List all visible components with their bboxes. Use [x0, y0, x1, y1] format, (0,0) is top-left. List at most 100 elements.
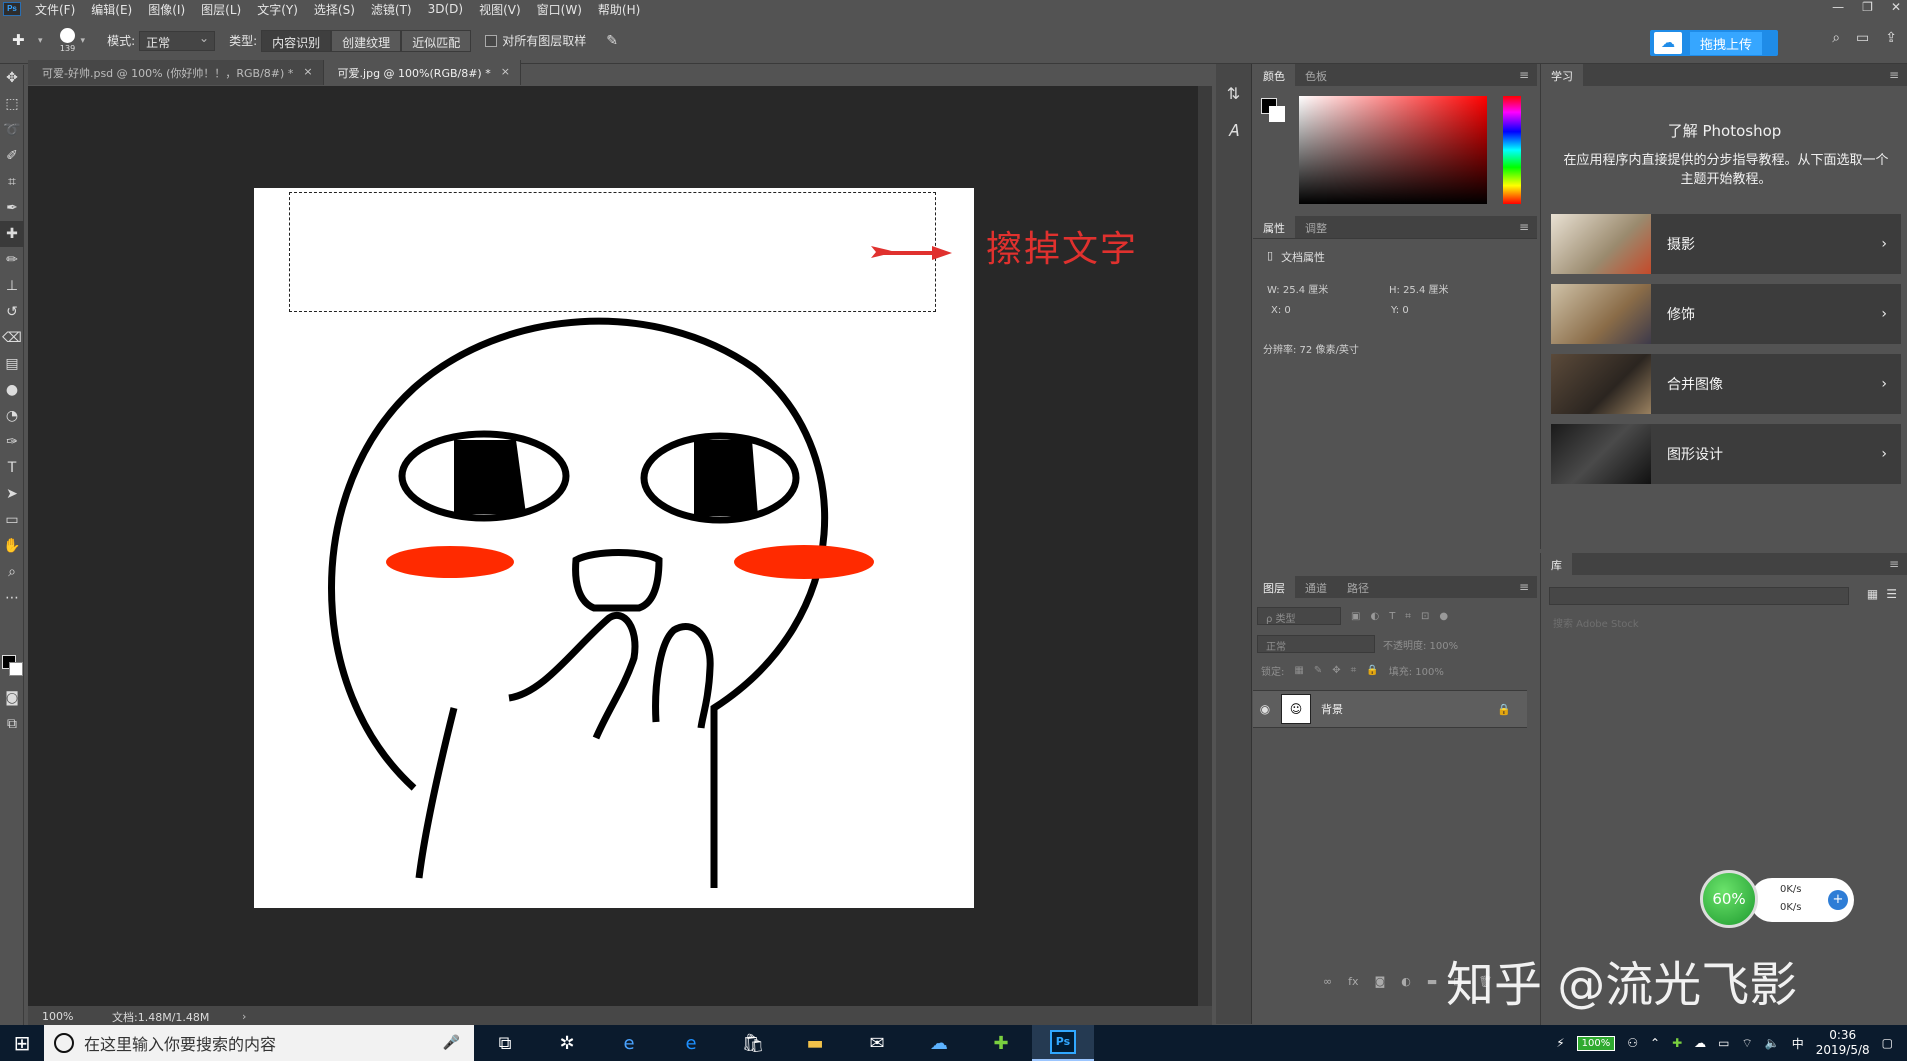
color-field[interactable]: [1299, 96, 1487, 204]
tab-color[interactable]: 颜色: [1253, 64, 1295, 86]
lock-all-icon[interactable]: 🔒: [1366, 665, 1378, 676]
document-image[interactable]: [254, 188, 974, 908]
menu-window[interactable]: 窗口(W): [529, 1, 590, 18]
filter-adjust-icon[interactable]: ◐: [1370, 611, 1379, 622]
upload-button[interactable]: ☁ 拖拽上传: [1650, 30, 1778, 56]
move-tool-icon[interactable]: ✥: [0, 65, 24, 91]
vertical-scrollbar[interactable]: [1198, 86, 1212, 1006]
mask-icon[interactable]: ◙: [1375, 975, 1386, 988]
filter-toggle-icon[interactable]: ●: [1439, 611, 1448, 622]
tab-channels[interactable]: 通道: [1295, 576, 1337, 598]
marquee-tool-icon[interactable]: ⬚: [0, 91, 24, 117]
search-icon[interactable]: ⌕: [1832, 30, 1840, 46]
restore-button[interactable]: ❐: [1862, 0, 1873, 14]
learn-card-photography[interactable]: 摄影 ›: [1551, 214, 1901, 274]
clock[interactable]: 0:36 2019/5/8: [1816, 1028, 1870, 1058]
type-create-texture[interactable]: 创建纹理: [331, 29, 402, 52]
network-speed-widget[interactable]: 0K/s 0K/s + 60%: [1700, 870, 1854, 928]
close-icon[interactable]: ×: [501, 65, 510, 85]
path-select-tool-icon[interactable]: ➤: [0, 481, 24, 507]
menu-view[interactable]: 视图(V): [471, 1, 529, 18]
filter-pixel-icon[interactable]: ▣: [1351, 611, 1360, 622]
screen-mode-icon[interactable]: ⧉: [0, 711, 24, 737]
panel-menu-icon[interactable]: ≡: [1519, 68, 1529, 82]
brush-picker[interactable]: 139: [57, 28, 79, 53]
cloud-app-icon[interactable]: ☁: [908, 1025, 970, 1061]
opacity-field[interactable]: 不透明度: 100%: [1383, 637, 1458, 652]
memory-percent[interactable]: 60%: [1700, 870, 1758, 928]
tab-learn[interactable]: 学习: [1541, 64, 1583, 86]
link-icon[interactable]: ∞: [1323, 975, 1332, 988]
security-app-icon[interactable]: ✚: [970, 1025, 1032, 1061]
lock-pixels-icon[interactable]: ▦: [1294, 665, 1303, 676]
tab-document-1[interactable]: 可爱-好帅.psd @ 100% (你好帅！！，RGB/8#) * ×: [28, 60, 324, 85]
notification-icon[interactable]: ▢: [1882, 1036, 1893, 1050]
fx-icon[interactable]: fx: [1348, 975, 1358, 988]
menu-3d[interactable]: 3D(D): [420, 2, 471, 16]
mail-icon[interactable]: ✉: [846, 1025, 908, 1061]
battery-tray-icon[interactable]: ▭: [1718, 1036, 1729, 1050]
tab-paths[interactable]: 路径: [1337, 576, 1379, 598]
tab-document-2[interactable]: 可爱.jpg @ 100%(RGB/8#) * ×: [323, 60, 521, 85]
chevron-down-icon[interactable]: ▾: [81, 36, 86, 46]
quick-select-tool-icon[interactable]: ✐: [0, 143, 24, 169]
crop-tool-icon[interactable]: ⌗: [0, 169, 24, 195]
mode-select[interactable]: 正常: [139, 30, 216, 51]
photoshop-taskbar-icon[interactable]: Ps: [1032, 1025, 1094, 1061]
dodge-tool-icon[interactable]: ◔: [0, 403, 24, 429]
plus-icon[interactable]: +: [1828, 890, 1848, 910]
menu-select[interactable]: 选择(S): [306, 1, 363, 18]
chevron-up-icon[interactable]: ⌃: [1650, 1036, 1660, 1050]
clone-stamp-tool-icon[interactable]: ⊥: [0, 273, 24, 299]
pressure-icon[interactable]: ✎: [606, 33, 618, 49]
tab-swatches[interactable]: 色板: [1295, 64, 1337, 86]
folder-icon[interactable]: ▬: [784, 1025, 846, 1061]
close-icon[interactable]: ×: [303, 65, 312, 85]
layer-row-background[interactable]: ◉ ☺ 背景 🔒: [1253, 690, 1527, 728]
cloud-tray-icon[interactable]: ☁: [1694, 1036, 1706, 1050]
quick-mask-icon[interactable]: ◙: [0, 685, 24, 711]
background-color-swatch[interactable]: [9, 662, 23, 676]
menu-help[interactable]: 帮助(H): [590, 1, 648, 18]
type-tool-icon[interactable]: T: [0, 455, 24, 481]
tab-libraries[interactable]: 库: [1541, 553, 1572, 575]
tab-properties[interactable]: 属性: [1253, 216, 1295, 238]
chevron-down-icon[interactable]: ▾: [38, 36, 43, 46]
workspace-icon[interactable]: ▭: [1856, 30, 1869, 46]
eraser-tool-icon[interactable]: ⌫: [0, 325, 24, 351]
tab-adjustments[interactable]: 调整: [1295, 216, 1337, 238]
menu-image[interactable]: 图像(I): [140, 1, 193, 18]
width-value[interactable]: W: 25.4 厘米: [1267, 281, 1328, 296]
height-value[interactable]: H: 25.4 厘米: [1389, 281, 1449, 296]
windows-start-icon[interactable]: ⊞: [0, 1031, 44, 1055]
people-icon[interactable]: ⚇: [1627, 1036, 1638, 1050]
eye-icon[interactable]: ◉: [1253, 702, 1277, 716]
filter-shape-icon[interactable]: ⌗: [1405, 611, 1411, 622]
ie-icon[interactable]: e: [598, 1025, 660, 1061]
blend-mode-select[interactable]: 正常: [1257, 635, 1375, 653]
grid-view-icon[interactable]: ▦: [1867, 587, 1878, 601]
tab-layers[interactable]: 图层: [1253, 576, 1295, 598]
panel-menu-icon[interactable]: ≡: [1519, 580, 1529, 594]
layer-name[interactable]: 背景: [1321, 701, 1343, 717]
lock-paint-icon[interactable]: ✎: [1314, 665, 1322, 676]
blur-tool-icon[interactable]: ●: [0, 377, 24, 403]
minimize-button[interactable]: —: [1832, 0, 1844, 14]
rectangle-tool-icon[interactable]: ▭: [0, 507, 24, 533]
learn-card-composite[interactable]: 合并图像 ›: [1551, 354, 1901, 414]
zoom-tool-icon[interactable]: ⌕: [0, 559, 24, 585]
history-brush-tool-icon[interactable]: ↺: [0, 299, 24, 325]
healing-brush-tool-icon[interactable]: ✚: [0, 221, 24, 247]
panel-menu-icon[interactable]: ≡: [1889, 68, 1899, 82]
volume-icon[interactable]: 🔈: [1765, 1036, 1780, 1050]
security-tray-icon[interactable]: ✚: [1672, 1036, 1682, 1050]
x-value[interactable]: X: 0: [1271, 305, 1291, 316]
menu-layer[interactable]: 图层(L): [193, 1, 249, 18]
menu-edit[interactable]: 编辑(E): [83, 1, 140, 18]
type-proximity-match[interactable]: 近似匹配: [401, 29, 472, 52]
battery-indicator[interactable]: 100%: [1576, 1035, 1616, 1051]
pen-tool-icon[interactable]: ✑: [0, 429, 24, 455]
pinwheel-app-icon[interactable]: ✲: [536, 1025, 598, 1061]
stock-search-input[interactable]: 搜索 Adobe Stock: [1549, 615, 1899, 633]
lock-icon[interactable]: 🔒: [1497, 703, 1511, 716]
